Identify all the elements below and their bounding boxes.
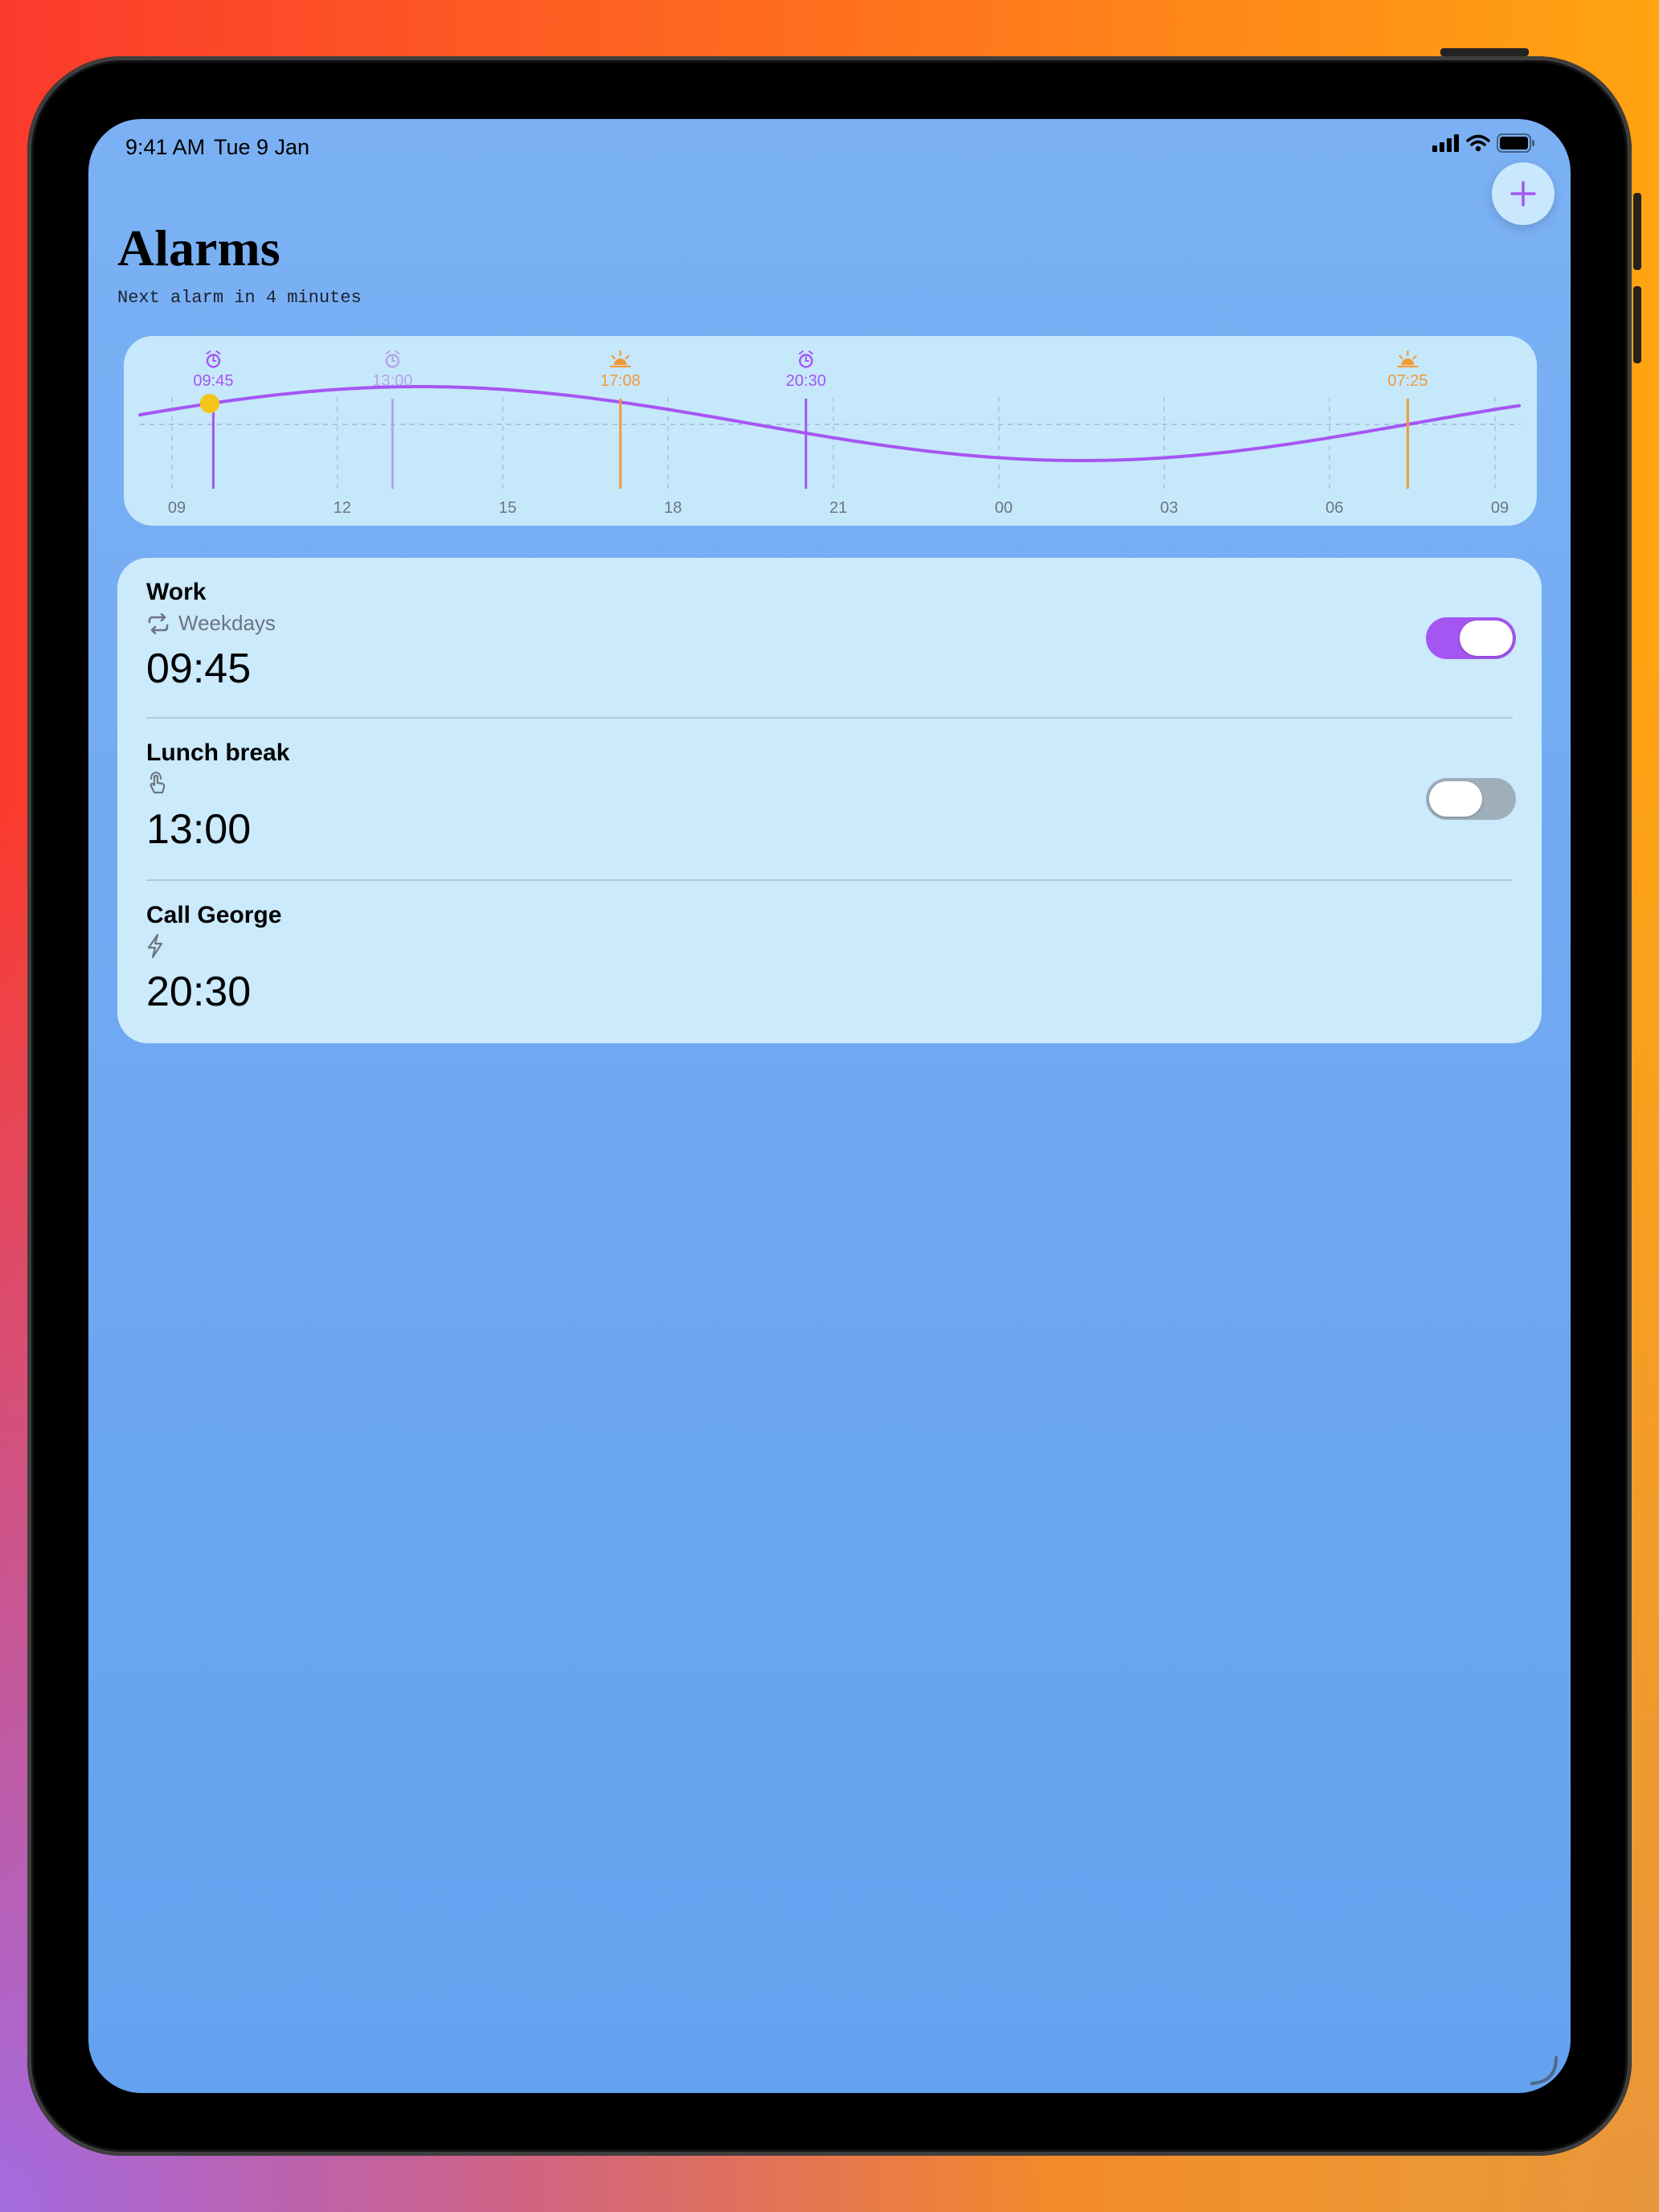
- alarm-toggle-lunch-break[interactable]: [1426, 778, 1516, 820]
- alarm-time: 20:30: [146, 969, 252, 1015]
- alarm-row-lunch-break[interactable]: Lunch break 13:00: [117, 719, 1542, 881]
- alarm-toggle-work[interactable]: [1426, 617, 1516, 659]
- hour-label: 18: [664, 499, 682, 517]
- current-time-dot: [199, 394, 219, 414]
- alarm-repeat: Weekdays: [146, 611, 276, 636]
- sun-curve: [138, 385, 1521, 462]
- hour-label: 03: [1160, 499, 1178, 517]
- repeat-icon: [148, 612, 169, 634]
- hour-label: 06: [1325, 499, 1343, 517]
- cellular-signal-icon: [1432, 134, 1459, 152]
- wifi-icon: [1466, 134, 1490, 152]
- hour-label: 09: [168, 499, 186, 517]
- alarm-name: Lunch break: [146, 739, 290, 766]
- volume-down-button: [1633, 286, 1641, 363]
- plus-icon: [1510, 181, 1536, 207]
- timeline-marker-label: 20:30: [786, 372, 826, 390]
- alarm-timeline: 09 12 15 18 21 00 03 06 09 09:45 13:00 17:08 20:30 07…: [124, 336, 1537, 526]
- hour-label: 15: [498, 499, 516, 517]
- toggle-knob: [1429, 781, 1482, 817]
- add-alarm-button[interactable]: [1492, 162, 1555, 225]
- toggle-knob: [1460, 621, 1513, 656]
- alarm-time: 13:00: [146, 806, 252, 853]
- sunrise-icon: [1401, 358, 1415, 365]
- timeline-marker-label: 09:45: [193, 372, 233, 390]
- alarm-name: Call George: [146, 902, 282, 928]
- tap-icon: [150, 772, 166, 794]
- alarm-repeat-label: Weekdays: [178, 611, 276, 635]
- alarm-name: Work: [146, 579, 207, 605]
- sunset-icon: [613, 358, 627, 365]
- battery-icon: [1497, 133, 1534, 153]
- hour-label: 21: [830, 499, 847, 517]
- alarm-repeat: [146, 934, 164, 958]
- lightning-icon: [147, 934, 163, 958]
- alarm-row-call-george[interactable]: Call George 20:30: [117, 881, 1542, 1043]
- timeline-marker-label: 17:08: [600, 372, 641, 390]
- volume-up-button: [1633, 193, 1641, 270]
- screen: 9:41 AM Tue 9 Jan Alarms Next alarm in 4…: [88, 119, 1571, 2093]
- hour-label: 12: [334, 499, 351, 517]
- next-alarm-subtitle: Next alarm in 4 minutes: [117, 288, 362, 308]
- top-button: [1440, 48, 1529, 56]
- alarm-list: Work Weekdays 09:45 Lunch break 13:00 Ca…: [117, 558, 1542, 1043]
- timeline-chart: 09 12 15 18 21 00 03 06 09 09:45 13:00 17:08 20:30 07…: [138, 350, 1521, 517]
- hour-label: 00: [995, 499, 1013, 517]
- status-date: Tue 9 Jan: [214, 135, 310, 159]
- status-bar: 9:41 AM Tue 9 Jan: [125, 129, 1535, 164]
- status-icons: [1432, 133, 1535, 153]
- timeline-marker-label: 07:25: [1387, 372, 1428, 390]
- alarm-row-work[interactable]: Work Weekdays 09:45: [117, 558, 1542, 720]
- alarm-repeat: [146, 772, 169, 796]
- timeline-marker-label: 13:00: [372, 372, 412, 390]
- alarm-time: 09:45: [146, 645, 252, 692]
- page-title: Alarms: [117, 219, 281, 276]
- resize-handle-icon[interactable]: [1527, 2054, 1559, 2087]
- status-time: 9:41 AM: [125, 135, 206, 159]
- hour-label: 09: [1491, 499, 1509, 517]
